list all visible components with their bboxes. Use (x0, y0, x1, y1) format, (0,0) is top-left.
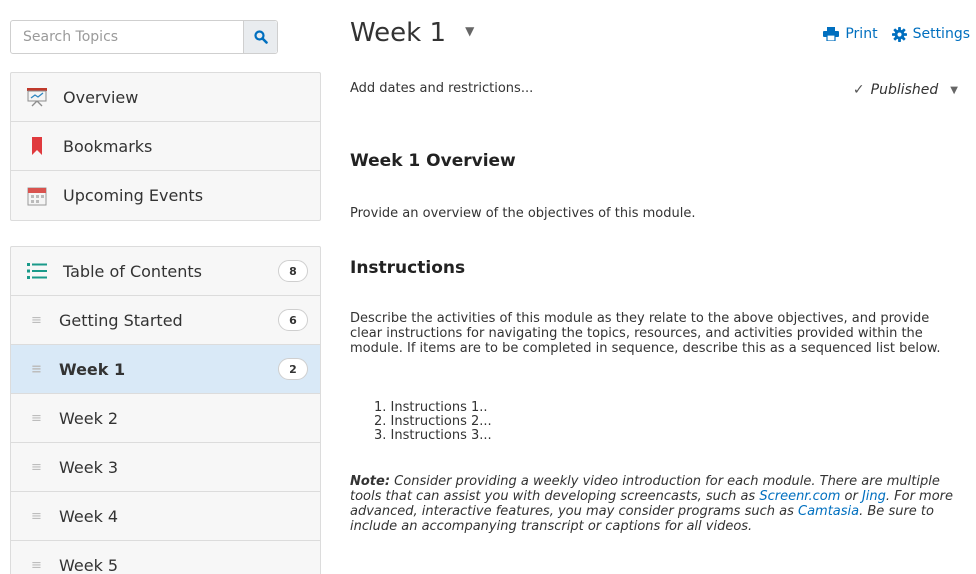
publish-status-dropdown[interactable]: ✓ Published ▼ (853, 82, 958, 98)
overview-heading: Week 1 Overview (350, 151, 516, 171)
publish-status-label: Published (870, 82, 939, 98)
toc-item-count-badge: 2 (278, 358, 308, 380)
sidebar-item-label: Overview (63, 87, 139, 107)
instructions-heading: Instructions (350, 258, 466, 278)
search-input[interactable] (11, 21, 243, 53)
sidebar-item-table-of-contents[interactable]: Table of Contents 8 (11, 247, 320, 296)
toc-item-count-badge: 6 (278, 309, 308, 331)
note-text: or (840, 489, 862, 504)
list-item: 3. Instructions 3... (374, 428, 492, 443)
sidebar-item-label: Table of Contents (63, 261, 202, 281)
instructions-list: 1. Instructions 1.. 2. Instructions 2...… (374, 401, 492, 443)
drag-handle-icon[interactable]: ≡ (31, 411, 49, 426)
drag-handle-icon[interactable]: ≡ (31, 313, 49, 328)
printer-icon (823, 27, 840, 41)
search-box (10, 20, 278, 54)
drag-handle-icon[interactable]: ≡ (31, 362, 49, 377)
settings-label: Settings (912, 26, 970, 42)
list-icon (25, 260, 49, 282)
table-of-contents: Table of Contents 8 ≡ Getting Started 6 … (10, 246, 321, 574)
toc-item-label: Week 1 (59, 359, 126, 379)
presentation-icon (25, 86, 49, 108)
search-icon (253, 30, 268, 44)
screenr-link[interactable]: Screenr.com (759, 489, 840, 504)
toc-item-week-4[interactable]: ≡ Week 4 (11, 492, 320, 541)
list-item: 2. Instructions 2... (374, 414, 492, 429)
toc-item-label: Week 4 (59, 506, 119, 526)
calendar-icon (25, 185, 49, 207)
sidebar: Overview Bookmarks (10, 20, 321, 574)
toc-item-week-5[interactable]: ≡ Week 5 (11, 541, 320, 574)
jing-link[interactable]: Jing (862, 489, 886, 504)
toc-item-label: Week 2 (59, 408, 119, 428)
drag-handle-icon[interactable]: ≡ (31, 460, 49, 475)
bookmark-icon (25, 135, 49, 157)
overview-text: Provide an overview of the objectives of… (350, 206, 696, 221)
toc-item-week-3[interactable]: ≡ Week 3 (11, 443, 320, 492)
module-actions: Print Settings (809, 26, 970, 42)
page-title: Week 1 (350, 18, 447, 48)
sidebar-item-label: Upcoming Events (63, 186, 204, 205)
print-label: Print (845, 26, 878, 42)
note-label: Note: (350, 474, 391, 489)
sidebar-item-label: Bookmarks (63, 136, 153, 156)
drag-handle-icon[interactable]: ≡ (31, 558, 49, 573)
camtasia-link[interactable]: Camtasia (798, 504, 859, 519)
toc-item-week-2[interactable]: ≡ Week 2 (11, 394, 320, 443)
sidebar-item-bookmarks[interactable]: Bookmarks (11, 122, 320, 171)
chevron-down-icon[interactable]: ▼ (465, 24, 474, 38)
search-button[interactable] (243, 21, 277, 53)
toc-item-getting-started[interactable]: ≡ Getting Started 6 (11, 296, 320, 345)
toc-count-badge: 8 (278, 260, 308, 282)
settings-button[interactable]: Settings (891, 26, 970, 42)
list-item: 1. Instructions 1.. (374, 400, 488, 415)
sidebar-item-overview[interactable]: Overview (11, 73, 320, 122)
sidebar-top-nav: Overview Bookmarks Upcoming Events (10, 72, 321, 221)
toc-item-label: Getting Started (59, 310, 183, 330)
note-paragraph: Note: Consider providing a weekly video … (350, 474, 965, 534)
module-header: Week 1 ▼ Print Settings (350, 18, 970, 54)
gear-icon (891, 26, 907, 42)
print-button[interactable]: Print (823, 26, 878, 42)
toc-item-week-1[interactable]: ≡ Week 1 2 (11, 345, 320, 394)
toc-item-label: Week 3 (59, 457, 119, 477)
drag-handle-icon[interactable]: ≡ (31, 509, 49, 524)
check-icon: ✓ (852, 82, 865, 98)
add-dates-link[interactable]: Add dates and restrictions... (350, 81, 533, 96)
instructions-text: Describe the activities of this module a… (350, 311, 941, 356)
toc-item-label: Week 5 (59, 556, 119, 574)
chevron-down-icon: ▼ (950, 84, 958, 96)
sidebar-item-upcoming-events[interactable]: Upcoming Events (11, 171, 320, 220)
